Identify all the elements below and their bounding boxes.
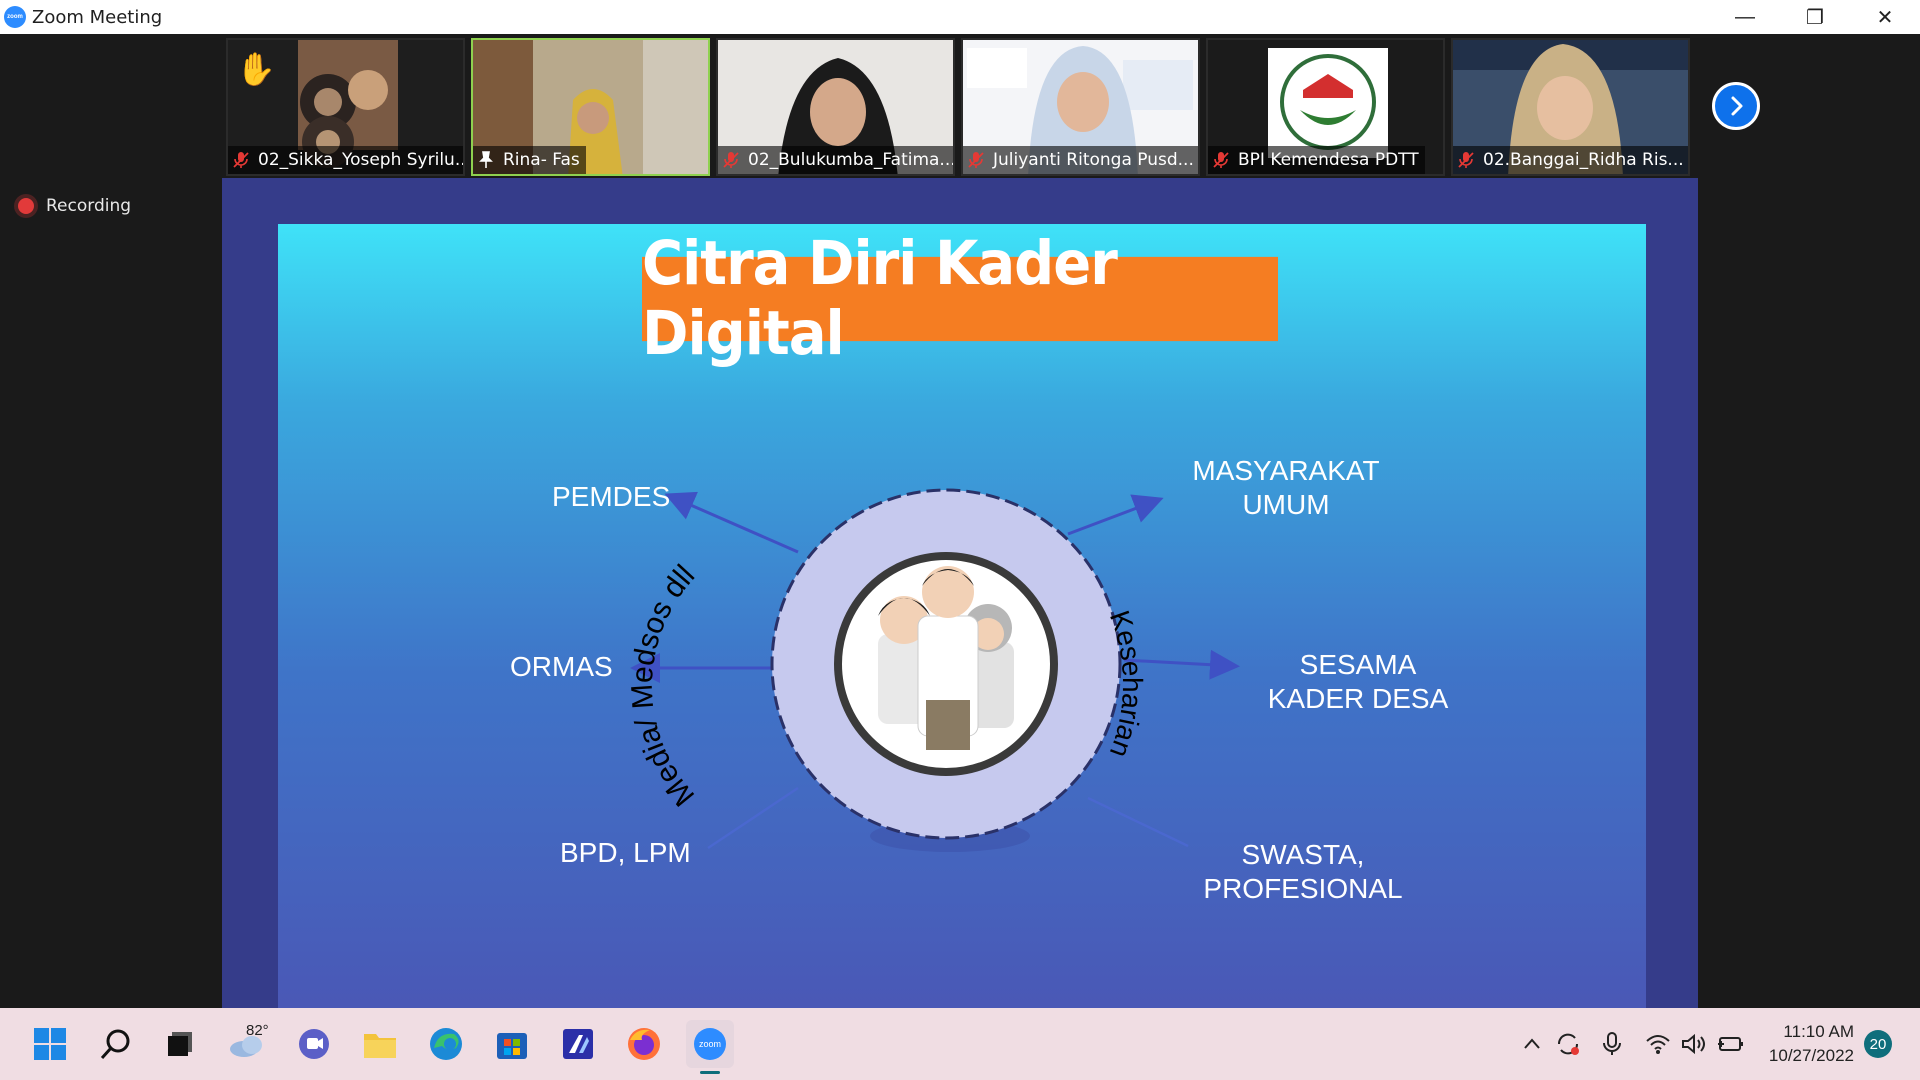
- volume-tray-button[interactable]: [1680, 1030, 1708, 1058]
- label-masyarakat-line1: MASYARAKAT: [1192, 455, 1380, 486]
- participant-gallery: ✋ 02_Sikka_Yoseph Syrilu... Rina- Fas 02…: [226, 38, 1690, 176]
- sync-tray-button[interactable]: [1554, 1030, 1582, 1058]
- microphone-icon: [1603, 1032, 1621, 1055]
- window-titlebar: zoom Zoom Meeting — ❐ ✕: [0, 0, 1920, 34]
- file-explorer-button[interactable]: [356, 1020, 404, 1068]
- label-swasta: SWASTA, PROFESIONAL: [1178, 838, 1428, 906]
- chevron-right-icon: [1731, 96, 1743, 116]
- muted-mic-icon: [723, 152, 739, 168]
- meeting-area: ✋ 02_Sikka_Yoseph Syrilu... Rina- Fas 02…: [0, 34, 1920, 1042]
- slide-title: Citra Diri Kader Digital: [642, 229, 1278, 369]
- label-sesama: SESAMA KADER DESA: [1238, 648, 1478, 716]
- teams-chat-button[interactable]: [290, 1020, 338, 1068]
- task-view-button[interactable]: [156, 1020, 204, 1068]
- participant-name: 02_Bulukumba_Fatima...: [748, 150, 953, 170]
- zoom-icon: zoom: [694, 1028, 726, 1060]
- task-view-icon: [168, 1032, 192, 1056]
- wifi-tray-button[interactable]: [1644, 1030, 1672, 1058]
- participant-name: 02.Banggai_Ridha Ris...: [1483, 150, 1684, 170]
- label-bpd: BPD, LPM: [560, 837, 691, 868]
- muted-mic-icon: [1458, 152, 1474, 168]
- weather-temperature: 82°: [246, 1022, 269, 1039]
- app-pen-icon: [563, 1029, 593, 1059]
- windows-logo-icon: [34, 1028, 66, 1060]
- presentation-slide: Media/ Medsos dll Keseharian Citra Diri …: [278, 224, 1646, 1042]
- recording-dot-icon: [18, 198, 34, 214]
- label-ormas: ORMAS: [510, 651, 613, 682]
- arrow-to-pemdes: [664, 491, 799, 554]
- notification-badge[interactable]: 20: [1864, 1030, 1892, 1058]
- store-icon: [497, 1033, 527, 1059]
- windows-taskbar: 82° zoom 11:10 AM 10/27/2022 20: [0, 1008, 1920, 1080]
- active-app-indicator: [700, 1071, 720, 1074]
- muted-mic-icon: [1213, 152, 1229, 168]
- clock-date[interactable]: 10/27/2022: [1752, 1046, 1854, 1066]
- firefox-button[interactable]: [620, 1020, 668, 1068]
- search-button[interactable]: [92, 1020, 140, 1068]
- participant-name: Rina- Fas: [503, 150, 580, 170]
- chevron-up-icon: [1524, 1038, 1540, 1049]
- participant-nameplate: Rina- Fas: [473, 146, 586, 174]
- recording-indicator[interactable]: Recording: [18, 196, 131, 216]
- arrow-to-bpd: [707, 786, 799, 850]
- battery-tray-button[interactable]: [1716, 1030, 1744, 1058]
- clock-time[interactable]: 11:10 AM: [1774, 1022, 1854, 1042]
- pen-app-button[interactable]: [554, 1020, 602, 1068]
- wifi-icon: [1646, 1035, 1670, 1054]
- start-button[interactable]: [26, 1020, 74, 1068]
- label-sesama-line2: KADER DESA: [1267, 683, 1449, 714]
- participant-nameplate: Juliyanti Ritonga Pusd...: [963, 146, 1198, 174]
- folder-icon: [364, 1034, 396, 1058]
- microsoft-store-button[interactable]: [488, 1020, 536, 1068]
- label-pemdes: PEMDES: [552, 481, 671, 512]
- pin-icon: [479, 151, 493, 168]
- restore-button[interactable]: ❐: [1780, 0, 1850, 34]
- muted-mic-icon: [968, 152, 984, 168]
- minimize-button[interactable]: —: [1710, 0, 1780, 34]
- label-masyarakat: MASYARAKAT UMUM: [1166, 454, 1406, 522]
- shared-screen: Media/ Medsos dll Keseharian Citra Diri …: [222, 178, 1698, 1042]
- participant-name: 02_Sikka_Yoseph Syrilu...: [258, 150, 463, 170]
- label-sesama-line1: SESAMA: [1299, 649, 1417, 680]
- firefox-icon: [628, 1028, 660, 1060]
- edge-browser-button[interactable]: [422, 1020, 470, 1068]
- chat-icon: [299, 1029, 329, 1059]
- label-swasta-line1: SWASTA,: [1241, 839, 1365, 870]
- zoom-app-icon: zoom: [4, 6, 26, 28]
- close-button[interactable]: ✕: [1850, 0, 1920, 34]
- battery-charging-icon: [1718, 1037, 1743, 1051]
- tray-overflow-button[interactable]: [1518, 1030, 1546, 1058]
- zoom-taskbar-button[interactable]: zoom: [686, 1020, 734, 1074]
- label-masyarakat-line2: UMUM: [1242, 489, 1330, 520]
- arrow-to-swasta: [1087, 796, 1189, 848]
- search-icon: [100, 1029, 130, 1060]
- raised-hand-icon: ✋: [236, 51, 276, 87]
- window-controls: — ❐ ✕: [1710, 0, 1920, 34]
- microphone-tray-button[interactable]: [1598, 1030, 1626, 1058]
- recording-label: Recording: [46, 196, 132, 216]
- edge-icon: [430, 1028, 462, 1060]
- participant-tile[interactable]: BPI Kemendesa PDTT: [1206, 38, 1445, 176]
- participant-tile-active-speaker[interactable]: Rina- Fas: [471, 38, 710, 176]
- participant-name: Juliyanti Ritonga Pusd...: [993, 150, 1194, 170]
- participant-tile[interactable]: ✋ 02_Sikka_Yoseph Syrilu...: [226, 38, 465, 176]
- gallery-next-button[interactable]: [1712, 82, 1760, 130]
- window-title: Zoom Meeting: [32, 6, 163, 28]
- participant-name: BPI Kemendesa PDTT: [1238, 150, 1419, 170]
- participant-tile[interactable]: 02_Bulukumba_Fatima...: [716, 38, 955, 176]
- label-swasta-line2: PROFESIONAL: [1203, 873, 1403, 904]
- ring-left-text: Media/ Medsos dll: [626, 559, 702, 812]
- participant-nameplate: BPI Kemendesa PDTT: [1208, 146, 1425, 174]
- participant-tile[interactable]: Juliyanti Ritonga Pusd...: [961, 38, 1200, 176]
- participant-nameplate: 02.Banggai_Ridha Ris...: [1453, 146, 1688, 174]
- arrow-to-masyarakat: [1067, 494, 1164, 536]
- sync-icon: [1557, 1033, 1579, 1055]
- participant-nameplate: 02_Bulukumba_Fatima...: [718, 146, 953, 174]
- participant-nameplate: 02_Sikka_Yoseph Syrilu...: [228, 146, 463, 174]
- participant-tile[interactable]: 02.Banggai_Ridha Ris...: [1451, 38, 1690, 176]
- muted-mic-icon: [233, 152, 249, 168]
- svg-text:zoom: zoom: [699, 1039, 721, 1049]
- speaker-icon: [1682, 1033, 1705, 1055]
